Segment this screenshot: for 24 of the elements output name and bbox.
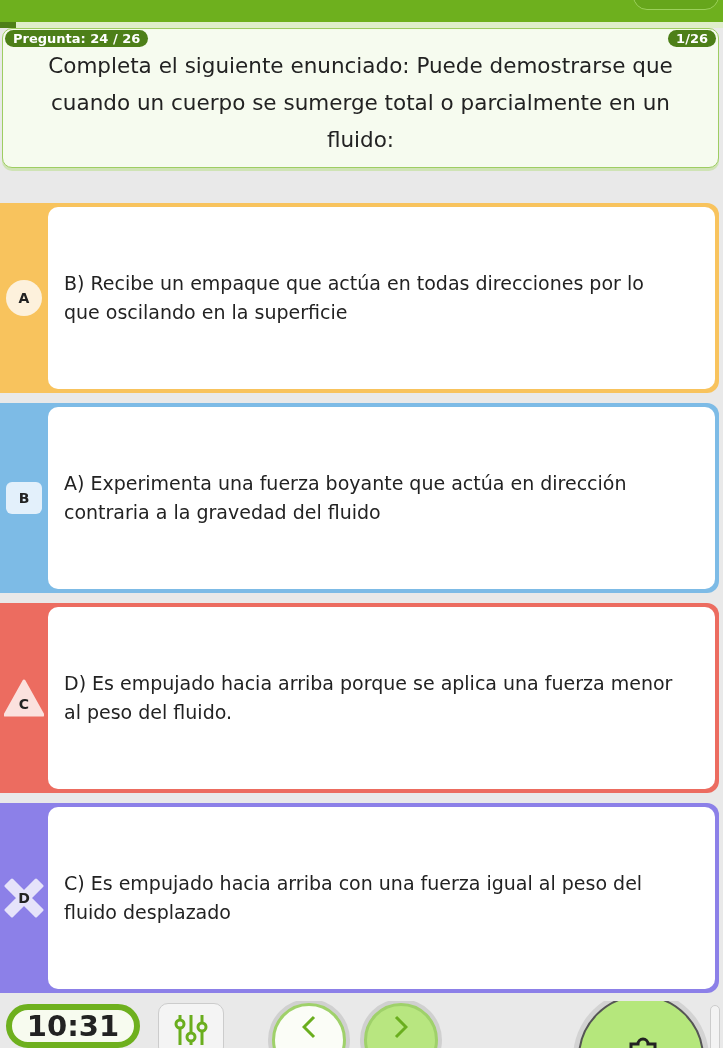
option-letter: C: [17, 695, 31, 713]
sliders-icon: [174, 1015, 208, 1045]
circle-shape-icon: [4, 278, 44, 318]
answer-text: B) Recibe un empaque que actúa en todas direcciones por lo que oscilando en la superficie: [64, 271, 645, 325]
chevron-right-icon: [394, 1015, 408, 1039]
cross-shape-icon: [4, 878, 44, 918]
option-letter: B: [17, 489, 31, 507]
answer-option[interactable]: A B) Recibe un empaque que actúa en todas direcciones por lo que oscilando en la superficie: [0, 203, 719, 393]
timer: 10:31: [6, 1004, 140, 1048]
answer-option[interactable]: C D) Es empujado hacia arriba porque se aplica una fuerza menor al peso del fluido.: [0, 603, 719, 793]
question-counter: Pregunta: 24 / 26: [5, 30, 149, 47]
answer-option[interactable]: B A) Experimenta una fuerza boyante que actúa en dirección contraria a la gravedad del fluido: [0, 403, 719, 593]
option-letter: A: [17, 289, 31, 307]
option-letter: D: [17, 889, 31, 907]
answer-text: D) Es empujado hacia arriba porque se aplica una fuerza menor al peso del fluido.: [64, 671, 674, 725]
answer-option[interactable]: D C) Es empujado hacia arriba con una fuerza igual al peso del fluido desplazado: [0, 803, 719, 993]
answer-text: A) Experimenta una fuerza boyante que actúa en dirección contraria a la gravedad del fluido: [64, 471, 628, 525]
page-counter: 1/26: [668, 30, 716, 47]
triangle-shape-icon: [4, 678, 44, 718]
chevron-left-icon: [302, 1015, 316, 1039]
side-tab[interactable]: [710, 1005, 720, 1048]
question-text: Completa el siguiente enunciado: Puede demostrarse que cuando un cuerpo se sumerge total o parcialmente en un fluido:: [47, 52, 674, 154]
answer-text: C) Es empujado hacia arriba con una fuerza igual al peso del fluido desplazado: [64, 871, 644, 925]
settings-button[interactable]: [158, 1003, 224, 1048]
